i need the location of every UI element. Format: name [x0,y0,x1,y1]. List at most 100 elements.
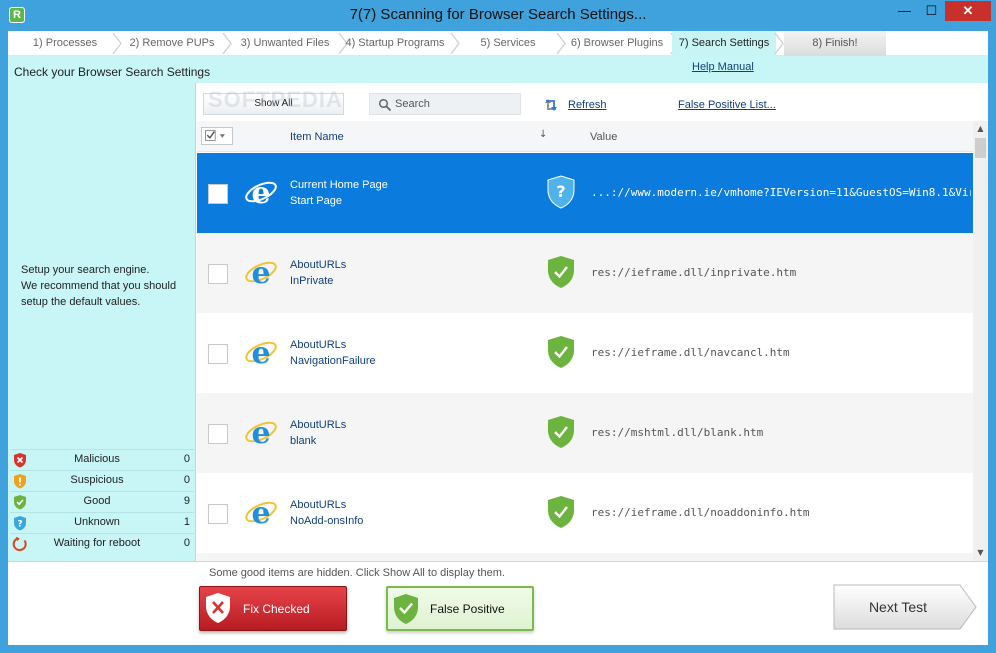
row-name-secondary: NavigationFailure [290,355,376,367]
svg-text:e: e [251,176,270,209]
row-value: res://ieframe.dll/noaddoninfo.htm [591,506,810,519]
internet-explorer-icon: e [245,336,277,369]
table-row[interactable] [197,553,973,561]
advice-text: Setup your search engine. We recommend t… [21,262,191,310]
item-list: e Current Home Page Start Page ? ...://w… [197,153,973,561]
row-checkbox[interactable] [208,424,228,444]
vertical-scrollbar[interactable]: ▲ ▼ [973,121,988,561]
window-client: 1) Processes 2) Remove PUPs 3) Unwanted … [8,31,988,645]
table-row[interactable]: e AboutURLs blank res://mshtml.dll/blank… [197,393,973,473]
fix-checked-button[interactable]: Fix Checked [199,586,347,631]
search-icon [378,98,392,112]
false-positive-button[interactable]: False Positive [386,586,534,631]
step-separator-icon [222,33,232,54]
show-all-button[interactable]: Show All [203,93,344,115]
stat-label: Malicious [74,453,120,465]
maximize-button[interactable]: ☐ [918,1,945,21]
row-value: res://mshtml.dll/blank.htm [591,426,764,439]
sort-arrow-icon[interactable]: ↓ [539,129,547,140]
false-positive-shield-icon [394,594,418,624]
step-remove-pups[interactable]: 2) Remove PUPs [122,31,222,56]
row-name-secondary: Start Page [290,195,342,207]
unknown-shield-icon: ? [14,516,26,531]
false-positive-list-link[interactable]: False Positive List... [678,99,776,111]
step-separator-icon [450,33,460,54]
next-test-button[interactable]: Next Test [833,584,978,630]
minimize-button[interactable]: — [891,1,918,21]
advice-line: We recommend that you should [21,280,177,292]
help-manual-link[interactable]: Help Manual [692,61,754,73]
fix-checked-label: Fix Checked [243,602,310,616]
step-search-settings[interactable]: 7) Search Settings [672,31,776,56]
advice-line: setup the default values. [21,296,141,308]
step-progress-bar: 1) Processes 2) Remove PUPs 3) Unwanted … [8,31,988,56]
stat-label: Unknown [74,516,120,528]
step-startup-programs[interactable]: 4) Startup Programs [340,31,450,56]
internet-explorer-icon: e [245,416,277,449]
fix-shield-icon [206,593,230,623]
column-item-name[interactable]: Item Name [290,131,344,143]
row-value: res://ieframe.dll/navcancl.htm [591,346,790,359]
column-value[interactable]: Value [590,131,617,143]
svg-text:e: e [251,416,270,449]
row-name-primary: AboutURLs [290,499,347,511]
step-unwanted-files[interactable]: 3) Unwanted Files [232,31,338,56]
good-shield-icon [548,336,574,368]
table-row[interactable]: e AboutURLs NavigationFailure res://iefr… [197,313,973,393]
row-name-secondary: InPrivate [290,275,334,287]
table-row[interactable]: e Current Home Page Start Page ? ...://w… [197,153,973,233]
check-all-dropdown[interactable] [201,127,233,145]
app-icon: R [9,7,25,23]
scroll-thumb[interactable] [975,138,986,158]
search-box[interactable] [369,93,521,115]
row-value: res://ieframe.dll/inprivate.htm [591,266,797,279]
row-checkbox[interactable] [208,344,228,364]
row-checkbox[interactable] [208,184,228,204]
row-checkbox[interactable] [208,264,228,284]
step-services[interactable]: 5) Services [460,31,556,56]
stat-row-unknown: ? Unknown 1 [10,512,194,533]
page-title: Check your Browser Search Settings [14,65,211,79]
row-name-secondary: blank [290,435,317,447]
row-name-primary: AboutURLs [290,259,347,271]
reboot-icon [12,536,27,551]
stat-count: 9 [183,495,190,507]
row-name-primary: Current Home Page [290,179,388,191]
step-browser-plugins[interactable]: 6) Browser Plugins [564,31,670,56]
column-header: Item Name ↓ Value [197,121,973,152]
svg-text:?: ? [17,520,22,530]
stat-count: 1 [183,516,190,528]
internet-explorer-icon: e [245,256,277,289]
left-info-panel: Setup your search engine. We recommend t… [8,83,196,561]
stat-row-waiting-reboot: Waiting for reboot 0 [10,533,194,554]
svg-text:e: e [251,496,270,529]
page-header: Check your Browser Search Settings Help … [8,56,988,83]
search-input[interactable] [395,96,515,112]
good-shield-icon [14,495,26,510]
row-value: ...://www.modern.ie/vmhome?IEVersion=11&… [591,186,971,199]
refresh-icon[interactable] [542,97,560,113]
good-shield-icon [548,496,574,528]
stat-row-malicious: Malicious 0 [10,449,194,470]
stat-count: 0 [183,474,190,486]
false-positive-label: False Positive [430,602,505,616]
good-shield-icon [548,256,574,288]
internet-explorer-icon: e [245,176,277,209]
row-name-primary: AboutURLs [290,339,347,351]
bottom-action-bar: Some good items are hidden. Click Show A… [8,561,988,645]
checkbox-dropdown-icon [204,130,225,141]
refresh-link[interactable]: Refresh [568,99,607,111]
row-checkbox[interactable] [208,504,228,524]
row-name-primary: AboutURLs [290,419,347,431]
step-finish[interactable]: 8) Finish! [784,31,886,56]
scroll-down-icon[interactable]: ▼ [973,545,988,561]
row-name-secondary: NoAdd-onsInfo [290,515,364,527]
stat-count: 0 [183,453,190,465]
table-row[interactable]: e AboutURLs InPrivate res://ieframe.dll/… [197,233,973,313]
svg-text:e: e [251,256,270,289]
step-processes[interactable]: 1) Processes [16,31,114,56]
table-row[interactable]: e AboutURLs NoAdd-onsInfo res://ieframe.… [197,473,973,553]
scroll-up-icon[interactable]: ▲ [973,121,988,137]
close-button[interactable]: ✕ [945,1,991,21]
malicious-shield-icon [14,453,26,468]
